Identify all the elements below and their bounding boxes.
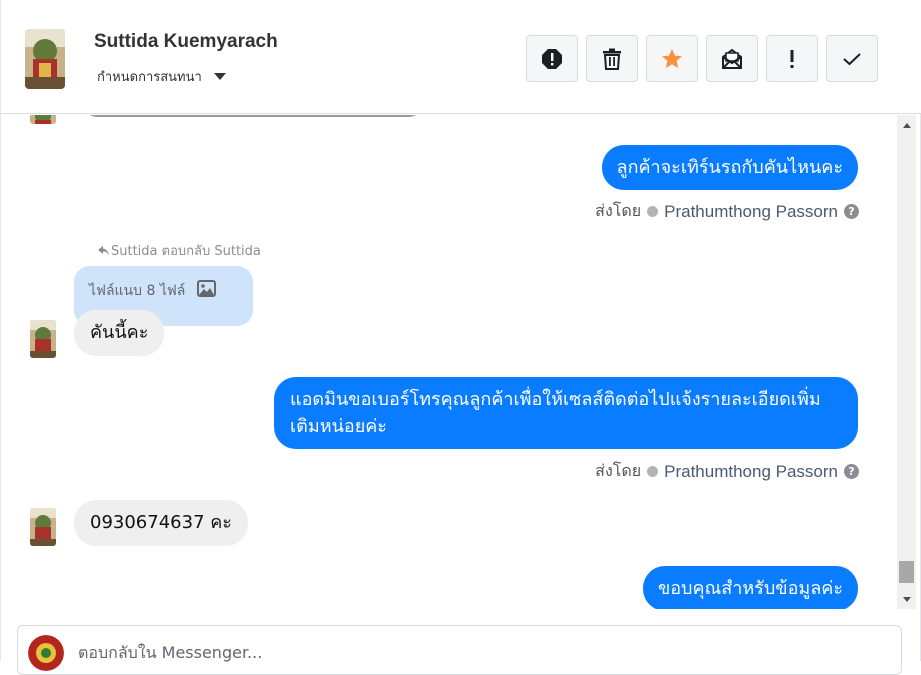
outgoing-message[interactable]: แอดมินขอเบอร์โทรคุณลูกค้าเพื่อให้เซลส์ติ… [274,377,858,449]
follow-up-button[interactable] [766,35,818,82]
star-icon [662,48,682,68]
contact-avatar-small [30,320,56,358]
incoming-message[interactable]: คันนี้คะ [74,310,165,356]
trash-icon [603,48,621,70]
contact-name[interactable]: Suttida Kuemyarach [94,31,278,53]
done-button[interactable] [826,35,878,82]
sent-by-row: ส่งโดย Prathumthong Passorn ? [595,199,859,224]
assign-label: กำหนดการสนทนา [97,70,202,85]
scroll-up-button[interactable] [897,117,916,133]
assign-conversation-dropdown[interactable]: กำหนดการสนทนา [97,66,226,87]
reply-arrow-icon [98,245,109,256]
help-icon[interactable]: ? [844,204,859,219]
contact-avatar-small [30,115,56,124]
contact-avatar[interactable] [25,29,65,89]
envelope-open-icon [722,48,742,69]
conversation-header: Suttida Kuemyarach กำหนดการสนทนา [1,0,921,114]
previous-image-attachment[interactable] [83,115,423,117]
sender-name[interactable]: Prathumthong Passorn [664,462,838,482]
delete-button[interactable] [586,35,638,82]
help-icon[interactable]: ? [844,464,859,479]
page-avatar-icon [647,466,659,477]
conversation-toolbar [526,35,878,82]
alert-circle-icon [542,48,562,69]
page-avatar [28,635,64,671]
message-thread[interactable]: ลูกค้าจะเทิร์นรถกับคันไหนคะ ส่งโดย Prath… [1,115,896,609]
sender-name[interactable]: Prathumthong Passorn [664,202,838,222]
exclamation-icon [790,49,794,68]
checkmark-icon [843,52,861,65]
star-button[interactable] [646,35,698,82]
image-icon [197,280,217,297]
scroll-thumb[interactable] [899,561,914,583]
scroll-down-button[interactable] [897,591,916,607]
thread-scrollbar[interactable] [897,115,916,609]
contact-avatar-small [30,508,56,546]
sent-by-label: ส่งโดย [595,201,642,220]
incoming-message[interactable]: 0930674637 คะ [74,500,248,546]
sent-by-row: ส่งโดย Prathumthong Passorn ? [595,459,859,484]
mark-unread-button[interactable] [706,35,758,82]
outgoing-message[interactable]: ขอบคุณสำหรับข้อมูลค่ะ [642,566,858,609]
outgoing-message[interactable]: ลูกค้าจะเทิร์นรถกับคันไหนคะ [601,145,858,190]
reply-note: Suttida ตอบกลับ Suttida [98,240,261,261]
sent-by-label: ส่งโดย [595,461,642,480]
caret-down-icon [213,73,226,80]
page-avatar-icon [647,206,659,217]
reply-composer [17,625,902,675]
attachment-label: ไฟล์แนบ 8 ไฟล์ [89,283,186,299]
spam-button[interactable] [526,35,578,82]
conversation-panel: Suttida Kuemyarach กำหนดการสนทนา ลูกค้าจ… [0,0,921,675]
reply-input[interactable] [78,643,858,662]
